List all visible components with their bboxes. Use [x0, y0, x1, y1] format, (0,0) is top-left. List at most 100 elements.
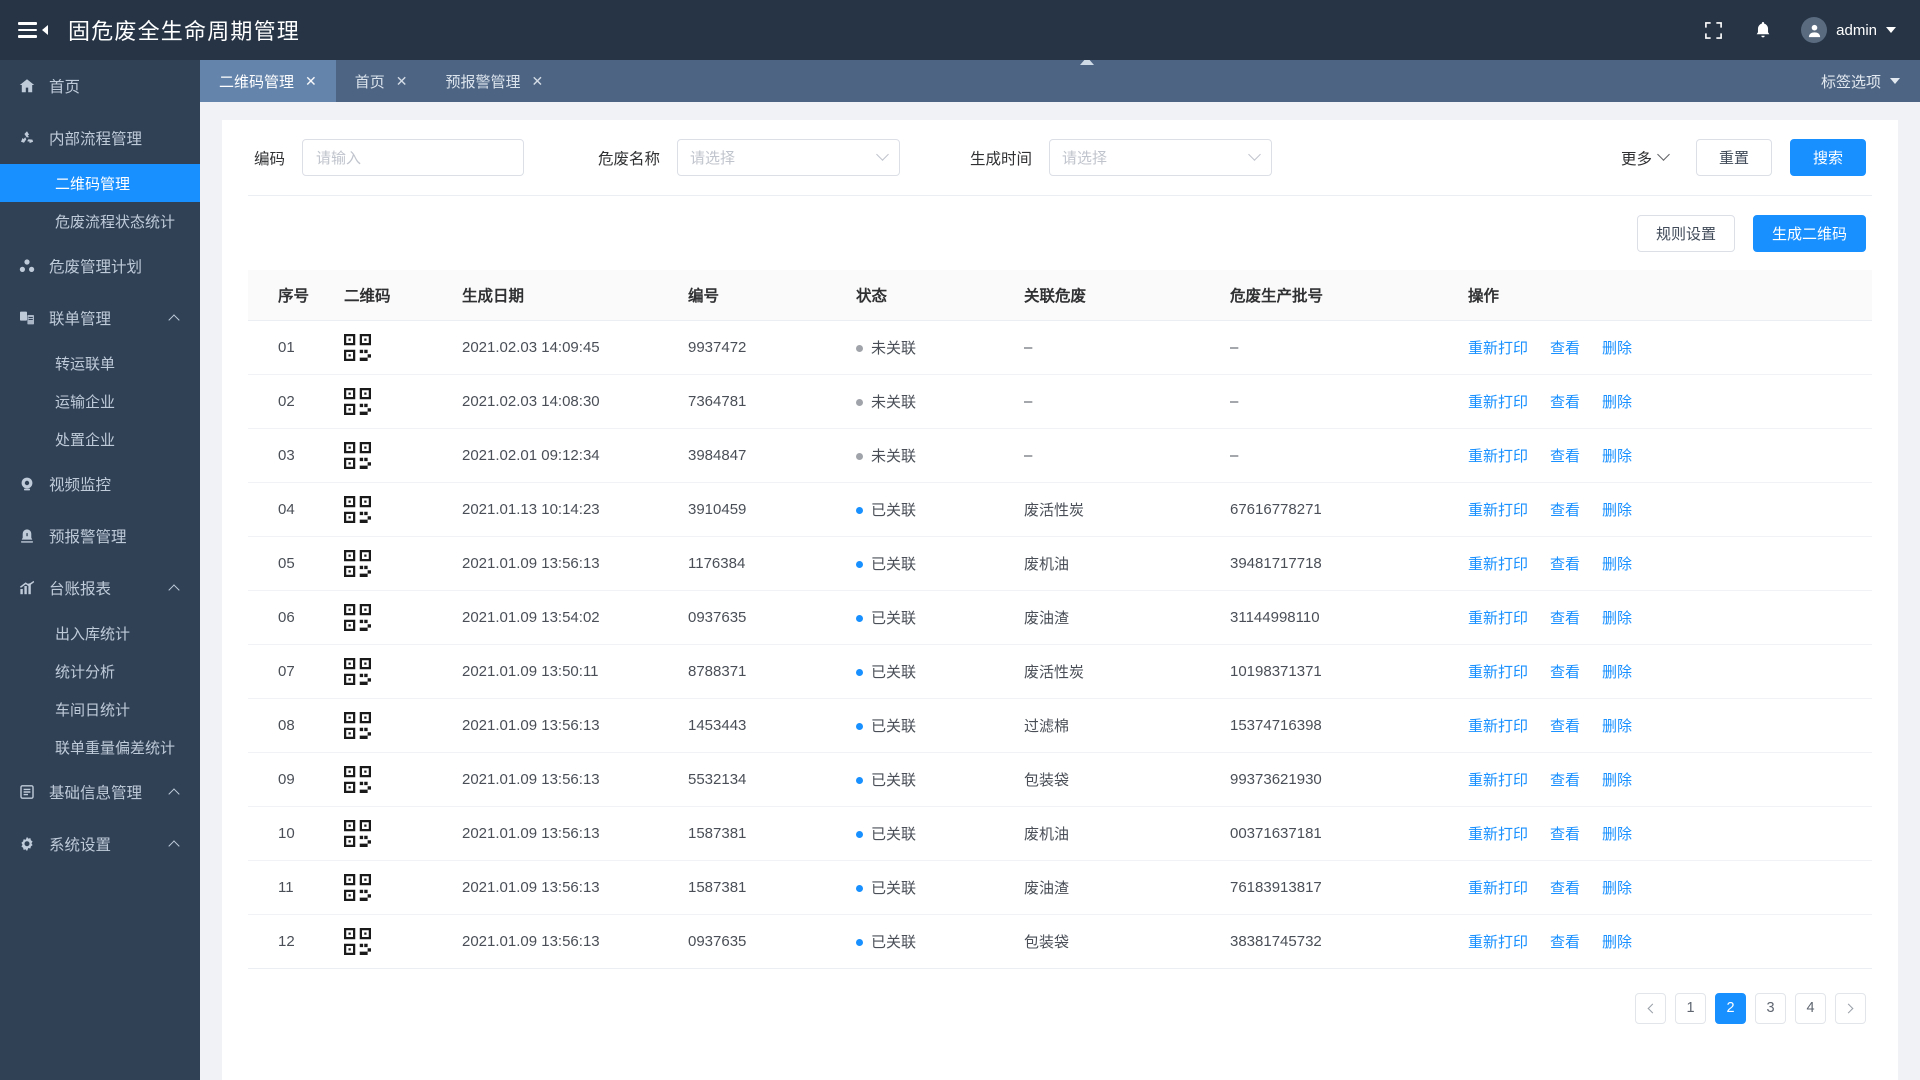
qr-code-icon[interactable] — [344, 441, 442, 469]
close-icon[interactable]: ✕ — [532, 73, 544, 90]
action-查看[interactable]: 查看 — [1550, 880, 1580, 897]
pagination-page-4[interactable]: 4 — [1795, 992, 1826, 1024]
sidebar-item-12[interactable]: 出入库统计 — [0, 614, 200, 652]
close-icon[interactable]: ✕ — [305, 73, 317, 90]
action-重新打印[interactable]: 重新打印 — [1468, 502, 1528, 519]
sidebar-item-3[interactable]: 危废流程状态统计 — [0, 202, 200, 240]
action-重新打印[interactable]: 重新打印 — [1468, 610, 1528, 627]
action-查看[interactable]: 查看 — [1550, 718, 1580, 735]
table-toolbar: 规则设置 生成二维码 — [248, 196, 1872, 270]
action-删除[interactable]: 删除 — [1602, 448, 1632, 465]
action-查看[interactable]: 查看 — [1550, 502, 1580, 519]
action-重新打印[interactable]: 重新打印 — [1468, 772, 1528, 789]
qr-code-icon[interactable] — [344, 711, 442, 739]
action-查看[interactable]: 查看 — [1550, 340, 1580, 357]
user-menu[interactable]: admin — [1801, 17, 1896, 43]
code-input[interactable]: 请输入 — [302, 139, 525, 176]
qr-code-icon[interactable] — [344, 387, 442, 415]
generate-qr-button[interactable]: 生成二维码 — [1752, 214, 1866, 252]
sidebar-item-14[interactable]: 车间日统计 — [0, 690, 200, 728]
action-重新打印[interactable]: 重新打印 — [1468, 934, 1528, 951]
qr-code-icon[interactable] — [344, 603, 442, 631]
tag-options-button[interactable]: 标签选项 — [1801, 60, 1920, 102]
sidebar-item-label: 联单重量偏差统计 — [55, 739, 176, 757]
action-查看[interactable]: 查看 — [1550, 934, 1580, 951]
action-重新打印[interactable]: 重新打印 — [1468, 556, 1528, 573]
sidebar-item-15[interactable]: 联单重量偏差统计 — [0, 728, 200, 766]
sidebar-item-10[interactable]: 预报警管理 — [0, 510, 200, 562]
waste-name-select[interactable]: 请选择 — [677, 139, 901, 176]
action-查看[interactable]: 查看 — [1550, 394, 1580, 411]
bell-icon[interactable] — [1751, 18, 1775, 42]
qr-code-icon[interactable] — [344, 657, 442, 685]
pagination-next[interactable] — [1835, 992, 1866, 1024]
sidebar-item-0[interactable]: 首页 — [0, 60, 200, 112]
action-重新打印[interactable]: 重新打印 — [1468, 880, 1528, 897]
sidebar-item-5[interactable]: 联单管理 — [0, 292, 200, 344]
search-button[interactable]: 搜索 — [1790, 139, 1866, 176]
pagination-page-1[interactable]: 1 — [1675, 992, 1706, 1024]
action-查看[interactable]: 查看 — [1550, 448, 1580, 465]
qr-code-icon[interactable] — [344, 819, 442, 847]
action-查看[interactable]: 查看 — [1550, 826, 1580, 843]
action-删除[interactable]: 删除 — [1602, 502, 1632, 519]
pagination-page-3[interactable]: 3 — [1755, 992, 1786, 1024]
rule-settings-button[interactable]: 规则设置 — [1636, 214, 1735, 252]
action-查看[interactable]: 查看 — [1550, 610, 1580, 627]
action-删除[interactable]: 删除 — [1602, 340, 1632, 357]
sidebar-item-9[interactable]: 视频监控 — [0, 458, 200, 510]
tab-预报警管理[interactable]: 预报警管理 ✕ — [427, 60, 563, 102]
sidebar-item-16[interactable]: 基础信息管理 — [0, 766, 200, 818]
action-重新打印[interactable]: 重新打印 — [1468, 718, 1528, 735]
more-filters-button[interactable]: 更多 — [1621, 147, 1670, 169]
qr-code-icon[interactable] — [344, 765, 442, 793]
sidebar-item-8[interactable]: 处置企业 — [0, 420, 200, 458]
cell-create-date: 2021.01.09 13:56:13 — [452, 536, 678, 591]
action-删除[interactable]: 删除 — [1602, 718, 1632, 735]
cell-seq: 05 — [248, 536, 334, 591]
fullscreen-icon[interactable] — [1701, 18, 1725, 42]
cell-batch-number: – — [1220, 428, 1458, 483]
pagination-prev[interactable] — [1635, 992, 1666, 1024]
tab-二维码管理[interactable]: 二维码管理 ✕ — [200, 60, 336, 102]
action-重新打印[interactable]: 重新打印 — [1468, 826, 1528, 843]
sidebar-item-13[interactable]: 统计分析 — [0, 652, 200, 690]
sidebar-item-2[interactable]: 二维码管理 — [0, 164, 200, 202]
action-删除[interactable]: 删除 — [1602, 772, 1632, 789]
tab-首页[interactable]: 首页 ✕ — [336, 60, 427, 102]
create-time-select[interactable]: 请选择 — [1049, 139, 1273, 176]
action-删除[interactable]: 删除 — [1602, 880, 1632, 897]
action-重新打印[interactable]: 重新打印 — [1468, 448, 1528, 465]
hamburger-collapse-icon[interactable] — [18, 22, 48, 38]
action-删除[interactable]: 删除 — [1602, 394, 1632, 411]
action-删除[interactable]: 删除 — [1602, 934, 1632, 951]
sidebar-item-17[interactable]: 系统设置 — [0, 818, 200, 870]
action-删除[interactable]: 删除 — [1602, 664, 1632, 681]
sidebar-item-label: 系统设置 — [49, 837, 112, 854]
action-查看[interactable]: 查看 — [1550, 556, 1580, 573]
qr-code-icon[interactable] — [344, 495, 442, 523]
sidebar-item-1[interactable]: 内部流程管理 — [0, 112, 200, 164]
action-删除[interactable]: 删除 — [1602, 556, 1632, 573]
action-删除[interactable]: 删除 — [1602, 610, 1632, 627]
close-icon[interactable]: ✕ — [396, 73, 408, 90]
table-row: 04 2021.01.13 10:14:23 3910459 已关联 废活性炭 67616… — [248, 482, 1872, 537]
pagination-page-2[interactable]: 2 — [1715, 992, 1746, 1024]
sidebar-item-7[interactable]: 运输企业 — [0, 382, 200, 420]
action-查看[interactable]: 查看 — [1550, 772, 1580, 789]
qr-code-icon[interactable] — [344, 549, 442, 577]
sidebar-item-4[interactable]: 危废管理计划 — [0, 240, 200, 292]
reset-button[interactable]: 重置 — [1696, 139, 1772, 176]
qr-code-icon[interactable] — [344, 873, 442, 901]
action-删除[interactable]: 删除 — [1602, 826, 1632, 843]
sidebar-item-11[interactable]: 台账报表 — [0, 562, 200, 614]
action-重新打印[interactable]: 重新打印 — [1468, 664, 1528, 681]
action-重新打印[interactable]: 重新打印 — [1468, 394, 1528, 411]
cell-create-date: 2021.02.03 14:08:30 — [452, 374, 678, 429]
qr-code-icon[interactable] — [344, 927, 442, 955]
sidebar-item-6[interactable]: 转运联单 — [0, 344, 200, 382]
cell-status: 已关联 — [846, 644, 1014, 699]
qr-code-icon[interactable] — [344, 333, 442, 361]
action-重新打印[interactable]: 重新打印 — [1468, 340, 1528, 357]
action-查看[interactable]: 查看 — [1550, 664, 1580, 681]
